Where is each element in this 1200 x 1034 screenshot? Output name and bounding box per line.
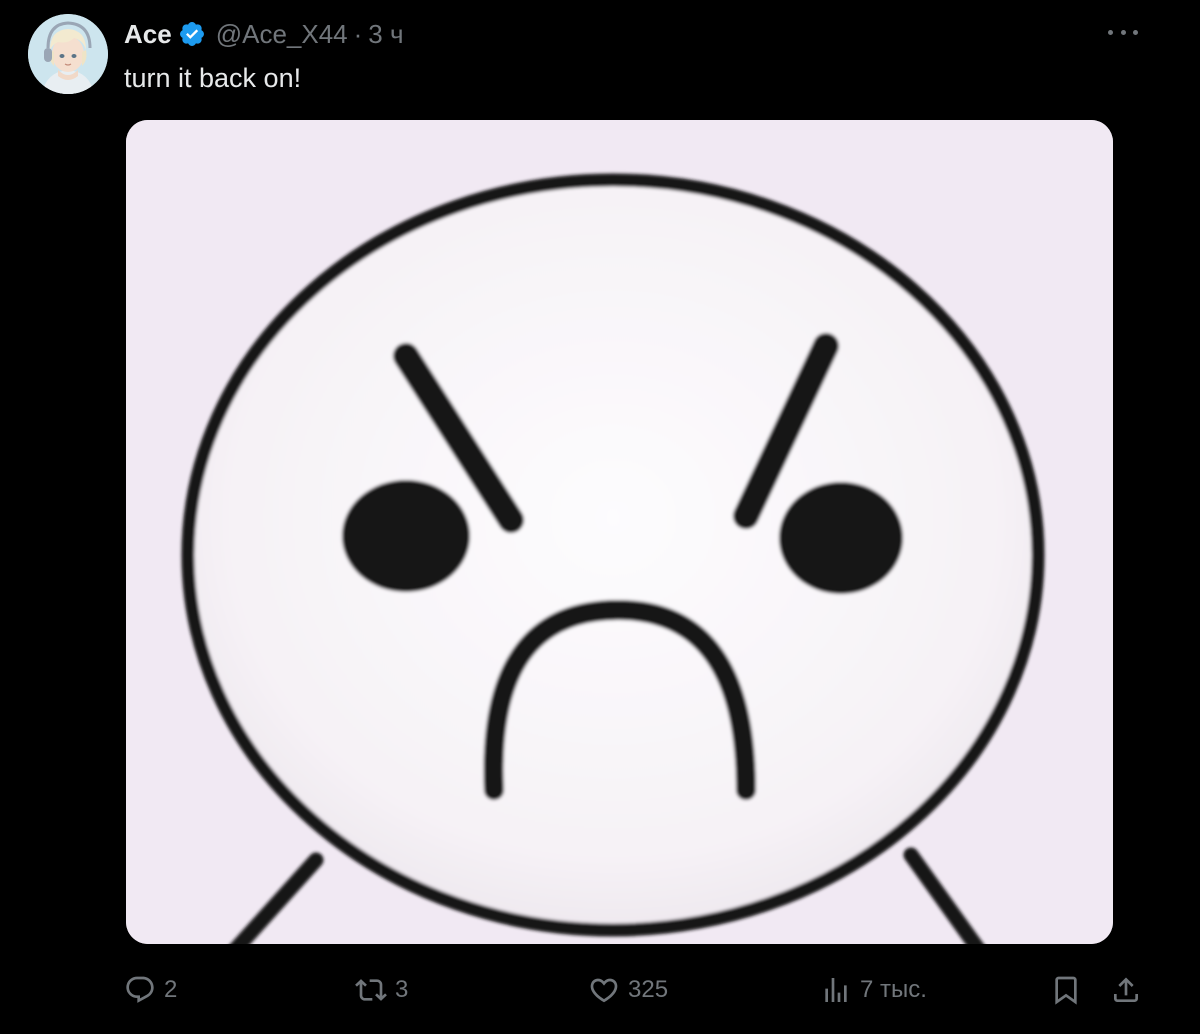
retweet-count: 3: [395, 976, 409, 1003]
separator-dot: ·: [353, 19, 363, 49]
views-chart-icon: [825, 978, 847, 1002]
like-count: 325: [628, 976, 669, 1003]
heart-icon: [590, 978, 618, 1003]
retweet-button[interactable]: 3: [355, 965, 408, 1015]
views-button[interactable]: 7 тыс.: [820, 965, 927, 1015]
more-dot: [1133, 29, 1138, 35]
views-count: 7 тыс.: [860, 976, 927, 1003]
tweet-header: Ace @Ace_X44 · 3 ч: [124, 14, 404, 54]
reply-icon: [126, 976, 154, 1003]
retweet-icon: [355, 979, 387, 1001]
tweet[interactable]: Ace @Ace_X44 · 3 ч turn it back on! 2 3 …: [0, 0, 1200, 1034]
verified-badge-icon[interactable]: [178, 20, 206, 48]
more-dot: [1108, 29, 1113, 35]
user-handle[interactable]: @Ace_X44: [216, 14, 348, 54]
tweet-actions: 2 3 325 7 тыс.: [0, 965, 1200, 1015]
reply-count: 2: [164, 976, 178, 1003]
tweet-media-image[interactable]: [126, 120, 1113, 944]
display-name[interactable]: Ace: [124, 14, 172, 54]
share-icon: [1114, 977, 1138, 1002]
tweet-text: turn it back on!: [124, 63, 302, 93]
anime-avatar-icon: [28, 14, 108, 94]
more-options-icon[interactable]: [1108, 22, 1138, 42]
share-button[interactable]: [1110, 965, 1142, 1015]
timestamp[interactable]: 3 ч: [368, 14, 403, 54]
avatar[interactable]: [28, 14, 108, 94]
bookmark-icon: [1055, 976, 1077, 1005]
like-button[interactable]: 325: [588, 965, 668, 1015]
reply-button[interactable]: 2: [124, 965, 177, 1015]
more-dot: [1120, 29, 1126, 35]
bookmark-button[interactable]: [1050, 965, 1082, 1015]
angry-face-drawing: [126, 120, 1113, 944]
